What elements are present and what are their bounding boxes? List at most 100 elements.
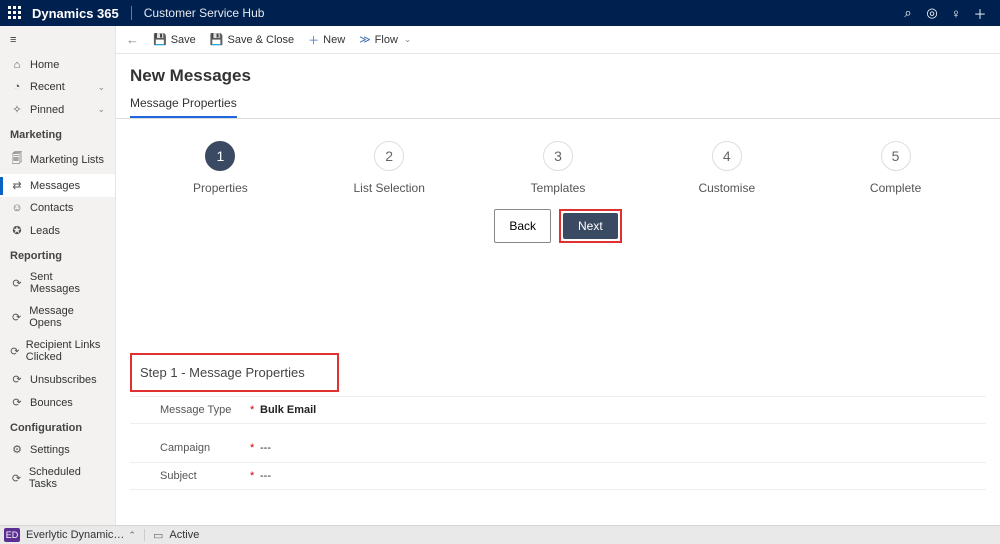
cycle-icon: ⟳ [10,345,20,358]
sidebar-item-label: Unsubscribes [30,374,97,386]
command-bar: ← 💾 Save 💾 Save & Close ＋ New ≫ Flow ⌄ [116,26,1000,54]
sidebar-item-home[interactable]: ⌂ Home [0,54,115,76]
contact-icon: ☺ [10,202,24,214]
sidebar-group-reporting: Reporting [0,242,115,266]
clock-icon: ◔ [10,81,24,93]
sidebar-item-sent-messages[interactable]: ⟳ Sent Messages [0,266,115,300]
save-button[interactable]: 💾 Save [153,33,196,46]
field-value: --- [260,442,271,454]
add-icon[interactable]: ＋ [968,4,992,23]
chevron-down-icon: ⌄ [97,82,105,93]
step-label: Customise [642,181,811,195]
app-area: Customer Service Hub [144,6,265,20]
area-label: Everlytic Dynamic… [26,529,124,541]
sidebar-item-message-opens[interactable]: ⟳ Message Opens [0,300,115,334]
sidebar-item-messages[interactable]: ⇄ Messages [0,174,115,197]
task-icon[interactable]: ◎ [920,5,944,21]
footer-bar: ED Everlytic Dynamic… ⌃ ▭ Active [0,525,1000,544]
sidebar-group-configuration: Configuration [0,414,115,438]
sidebar-item-marketing-lists[interactable]: 🗐 Marketing Lists [0,145,115,174]
flow-button[interactable]: ≫ Flow ⌄ [359,33,411,46]
sidebar-item-label: Bounces [30,397,73,409]
search-icon[interactable]: ⌕ [896,5,920,21]
field-value: --- [260,470,271,482]
sidebar-item-recipient-links[interactable]: ⟳ Recipient Links Clicked [0,334,115,368]
sidebar-item-label: Contacts [30,202,73,214]
home-icon: ⌂ [10,59,24,71]
wizard-step-customise[interactable]: 4 Customise [642,141,811,195]
cycle-icon: ⟳ [10,373,24,386]
section-title: Step 1 - Message Properties [136,359,309,386]
area-selector[interactable]: Everlytic Dynamic… ⌃ [26,529,136,541]
sidebar-item-leads[interactable]: ✪ Leads [0,219,115,242]
sidebar-item-scheduled-tasks[interactable]: ⟳ Scheduled Tasks [0,461,115,495]
field-message-type[interactable]: Message Type * Bulk Email [130,397,986,424]
page-title: New Messages [116,64,1000,92]
sidebar-item-label: Message Opens [29,305,105,329]
chevron-down-icon: ⌄ [97,104,105,115]
field-label: Subject [160,470,250,482]
step-label: Complete [811,181,980,195]
list-icon: 🗐 [10,150,24,169]
messages-icon: ⇄ [10,179,24,192]
sidebar-item-label: Home [30,59,59,71]
sidebar-item-contacts[interactable]: ☺ Contacts [0,197,115,219]
sidebar-toggle-icon[interactable]: ≡ [0,26,115,54]
step-number: 4 [712,141,742,171]
assistant-icon[interactable]: ♀ [944,6,968,21]
main-content: ← 💾 Save 💾 Save & Close ＋ New ≫ Flow ⌄ N… [116,26,1000,525]
field-subject[interactable]: Subject * --- [130,463,986,490]
tabs: Message Properties [116,92,1000,119]
sidebar-item-label: Sent Messages [30,271,105,295]
sidebar-item-recent[interactable]: ◔ Recent ⌄ [0,76,115,98]
required-icon: * [250,442,260,454]
app-launcher-icon[interactable] [8,6,22,20]
status-icon: ▭ [153,529,163,542]
field-label: Campaign [160,442,250,454]
required-icon: * [250,404,260,416]
sidebar-item-label: Recipient Links Clicked [26,339,105,363]
sidebar-item-label: Settings [30,444,70,456]
wizard-step-properties[interactable]: 1 Properties [136,141,305,195]
global-nav-bar: Dynamics 365 Customer Service Hub ⌕ ◎ ♀ … [0,0,1000,26]
save-icon: 💾 [153,33,167,46]
lead-icon: ✪ [10,224,24,237]
sidebar-item-label: Messages [30,180,80,192]
step-label: List Selection [305,181,474,195]
sidebar-group-marketing: Marketing [0,121,115,145]
flow-icon: ≫ [359,33,371,46]
sidebar-item-settings[interactable]: ⚙ Settings [0,438,115,461]
sidebar-item-label: Pinned [30,104,64,116]
plus-icon: ＋ [308,32,319,48]
save-close-icon: 💾 [210,33,224,46]
step-number: 2 [374,141,404,171]
back-button[interactable]: Back [494,209,551,243]
wizard-step-list-selection[interactable]: 2 List Selection [305,141,474,195]
sidebar-item-bounces[interactable]: ⟳ Bounces [0,391,115,414]
next-button[interactable]: Next [563,213,618,239]
new-button[interactable]: ＋ New [308,32,345,48]
sidebar-item-label: Recent [30,81,65,93]
chevron-up-down-icon: ⌃ [128,530,136,541]
sidebar: ≡ ⌂ Home ◔ Recent ⌄ ✧ Pinned ⌄ Marketing… [0,26,116,525]
tab-message-properties[interactable]: Message Properties [130,92,237,118]
new-label: New [323,34,345,46]
sidebar-item-unsubscribes[interactable]: ⟳ Unsubscribes [0,368,115,391]
field-value: Bulk Email [260,404,316,416]
highlight-next: Next [559,209,622,243]
step-label: Properties [136,181,305,195]
wizard-step-templates[interactable]: 3 Templates [474,141,643,195]
step-number: 3 [543,141,573,171]
wizard-step-complete[interactable]: 5 Complete [811,141,980,195]
footer-divider [144,529,145,541]
sidebar-item-label: Scheduled Tasks [29,466,105,490]
field-campaign[interactable]: Campaign * --- [130,424,986,463]
back-icon[interactable]: ← [126,32,139,47]
sidebar-item-pinned[interactable]: ✧ Pinned ⌄ [0,98,115,121]
brand-name: Dynamics 365 [32,6,119,21]
cycle-icon: ⟳ [10,472,23,485]
field-label: Message Type [160,404,250,416]
wizard-buttons: Back Next [116,209,1000,243]
save-close-button[interactable]: 💾 Save & Close [210,33,294,46]
cycle-icon: ⟳ [10,277,24,290]
